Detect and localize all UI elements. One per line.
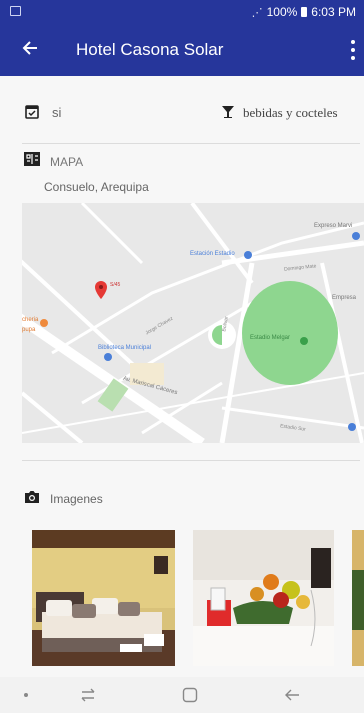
map-label-expreso: Expreso Marvi — [314, 223, 353, 229]
cocktail-glass-icon — [220, 104, 236, 125]
divider — [22, 460, 360, 461]
back-button-icon[interactable] — [284, 688, 300, 707]
system-nav-bar — [0, 677, 364, 713]
divider — [22, 143, 360, 144]
back-arrow-icon[interactable] — [22, 38, 38, 60]
battery-percent: 100% — [266, 5, 298, 19]
map-heading: MAPA — [50, 155, 84, 169]
calendar-check-icon — [25, 104, 39, 124]
hotel-photo-table[interactable] — [193, 530, 334, 666]
overflow-menu-icon[interactable] — [350, 40, 356, 60]
map-label-biblioteca: Biblioteca Municipal — [98, 345, 152, 351]
wifi-signal-icon: ⋰ — [251, 6, 263, 19]
status-bar: ⋰ 100% 6:03 PM — [0, 0, 364, 24]
images-heading: Imagenes — [50, 492, 103, 506]
home-button-icon[interactable] — [182, 687, 198, 708]
hotel-photo-partial[interactable] — [352, 530, 364, 666]
hotel-photo-room[interactable] — [32, 530, 175, 666]
app-bar: Hotel Casona Solar — [0, 24, 364, 76]
breakfast-value: si — [52, 105, 62, 120]
clock: 6:03 PM — [311, 5, 356, 19]
map-label-empresa: Empresa — [332, 295, 357, 301]
amenities-row: si bebidas y cocteles — [0, 100, 364, 128]
map-label-estadio: Estadio Melgar — [250, 335, 291, 341]
map-address: Consuelo, Arequipa — [44, 180, 149, 194]
nav-dot-icon — [24, 693, 28, 697]
map-label-estacion: Estación Estadio — [190, 251, 235, 257]
map-label-cheria: cheria — [22, 317, 39, 323]
page-title: Hotel Casona Solar — [76, 40, 224, 59]
image-notification-icon — [10, 6, 21, 16]
map-icon — [24, 152, 40, 171]
map-label-pupa: pupa — [22, 327, 36, 333]
battery-icon — [301, 7, 308, 17]
location-map[interactable]: Estación Estadio Expreso Marvi Domingo M… — [22, 203, 364, 443]
camera-icon — [24, 490, 40, 509]
map-label-pin: S/45 — [110, 282, 121, 288]
recent-apps-icon[interactable] — [80, 688, 96, 707]
drinks-label: bebidas y cocteles — [243, 105, 338, 120]
status-right: ⋰ 100% 6:03 PM — [252, 5, 356, 19]
